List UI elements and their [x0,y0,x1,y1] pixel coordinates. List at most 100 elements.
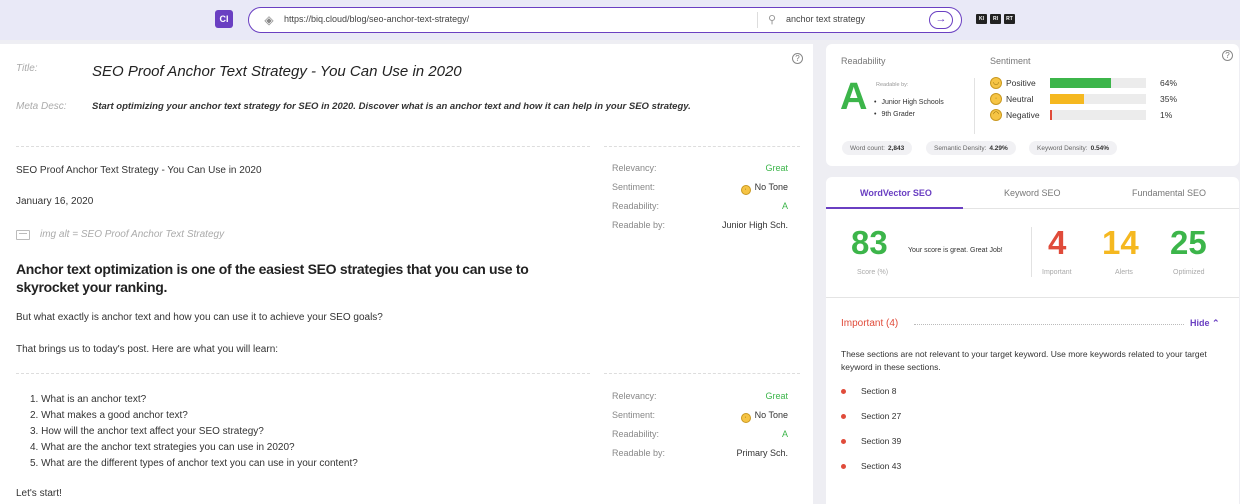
bar-fill [1050,110,1052,120]
dotted-divider [914,324,1184,325]
sentiment-bar-negative [1050,110,1146,120]
readability-value: A [781,429,788,439]
bullet-icon [841,438,846,444]
active-tab-indicator [826,207,963,209]
paragraph: But what exactly is anchor text and how … [16,312,383,323]
keyword-icon: ⚲ [767,14,777,26]
section-label: Section 27 [861,411,902,421]
keyword-density-pill: Keyword Density: 0.54% [1029,141,1118,155]
sentiment-text: No Tone [754,410,788,420]
seo-score-card: WordVector SEO Keyword SEO Fundamental S… [826,177,1239,504]
seo-tabs: WordVector SEO Keyword SEO Fundamental S… [826,177,1239,209]
meta-desc-label: Meta Desc: [16,101,67,112]
score-label: Score (%) [857,269,889,276]
list-item[interactable]: Section 8 [841,386,896,396]
important-label: Important [1042,269,1072,276]
bullet-icon [841,388,846,394]
keyword-input[interactable]: anchor text strategy [786,14,865,24]
divider [826,297,1239,298]
help-icon[interactable]: ? [792,53,803,64]
sentiment-value: · No Tone [740,410,788,423]
meta-description: Start optimizing your anchor text strate… [92,101,691,112]
bar-fill [1050,94,1084,104]
divider [16,146,590,147]
divider [604,146,800,147]
list-item: 3. How will the anchor text affect your … [30,426,264,437]
ri-badge[interactable]: RI [990,14,1001,24]
list-item: 2. What makes a good anchor text? [30,410,188,421]
sentiment-pct: 1% [1160,110,1173,120]
readability-title: Readability [841,56,886,66]
important-description: These sections are not relevant to your … [841,349,1207,372]
image-placeholder: img alt = SEO Proof Anchor Text Strategy [16,229,224,240]
readable-by-label: Readable by: [612,448,666,458]
list-item[interactable]: Section 43 [841,461,901,471]
semantic-density-value: 4.29% [989,144,1008,152]
sentiment-title: Sentiment [990,56,1031,66]
neutral-face-icon: · [740,413,751,423]
analyze-button[interactable]: → [929,11,953,29]
section-metrics: Relevancy: Great Sentiment: · No Tone Reada… [612,163,788,239]
sentiment-bar-neutral [1050,94,1146,104]
ki-badge[interactable]: KI [976,14,987,24]
word-count-label: Word count: [850,144,885,152]
rt-badge[interactable]: RT [1004,14,1015,24]
url-input[interactable]: https://biq.cloud/blog/seo-anchor-text-s… [284,14,469,24]
tab-keyword-seo[interactable]: Keyword SEO [1004,188,1061,198]
post-date: January 16, 2020 [16,196,94,207]
content-panel: ? Title: SEO Proof Anchor Text Strategy … [0,44,813,504]
readability-label: Readability: [612,429,660,439]
sentiment-text: No Tone [754,182,788,192]
important-count: 4 [1048,224,1067,261]
divider [604,373,800,374]
alerts-count: 14 [1102,224,1139,261]
divider [974,78,975,134]
relevancy-value: Great [765,163,788,173]
semantic-density-pill: Semantic Density: 4.29% [926,141,1016,155]
list-item: 5. What are the different types of ancho… [30,458,358,469]
tab-fundamental-seo[interactable]: Fundamental SEO [1132,188,1206,198]
happy-face-icon: ◡ [990,77,1002,89]
url-bar[interactable]: ◈ https://biq.cloud/blog/seo-anchor-text… [248,7,962,33]
image-icon [16,229,30,240]
mini-badges: KI RI RT [976,14,1015,24]
bullet-icon [841,413,846,419]
word-count-value: 2,843 [887,144,905,152]
sentiment-label: Sentiment: [612,410,656,420]
semantic-density-label: Semantic Density: [934,144,987,152]
list-item[interactable]: Section 39 [841,436,901,446]
keyword-density-label: Keyword Density: [1037,144,1088,152]
tab-wordvector-seo[interactable]: WordVector SEO [860,188,932,198]
ci-badge[interactable]: CI [215,10,233,28]
content-list: 1. What is an anchor text? 2. What makes… [30,392,358,472]
hide-button[interactable]: Hide ⌃ [1190,318,1220,329]
relevancy-value: Great [765,391,788,401]
top-toolbar: CI ◈ https://biq.cloud/blog/seo-anchor-t… [0,0,1240,40]
list-item[interactable]: Section 27 [841,411,901,421]
readability-sentiment-card: ? Readability A Readable by: Junior High… [826,44,1239,166]
relevancy-label: Relevancy: [612,163,657,173]
img-alt-text: img alt = SEO Proof Anchor Text Strategy [40,229,225,240]
help-icon[interactable]: ? [1222,50,1233,61]
paragraph: That brings us to today's post. Here are… [16,344,279,355]
sentiment-value: · No Tone [740,182,788,195]
keyword-density-value: 0.54% [1090,144,1110,152]
sentiment-pct: 35% [1160,94,1178,104]
list-item: 4. What are the anchor text strategies y… [30,442,295,453]
section-label: Section 43 [861,461,902,471]
list-item: 9th Grader [874,108,944,120]
readable-by-value: Junior High Sch. [721,220,788,230]
chevron-up-icon: ⌃ [1212,318,1220,328]
sentiment-pct: 64% [1160,78,1178,88]
alerts-label: Alerts [1115,269,1133,276]
link-icon: ◈ [264,13,274,27]
readability-label: Readability: [612,201,660,211]
readable-by-list: Junior High Schools 9th Grader [874,96,944,120]
readable-by-label: Readable by: [612,220,666,230]
sad-face-icon: ◠ [990,109,1002,121]
divider [1031,227,1032,277]
sentiment-label: Sentiment: [612,182,656,192]
divider [16,373,590,374]
list-item: 1. What is an anchor text? [30,394,147,405]
section-label: Section 8 [861,386,897,396]
